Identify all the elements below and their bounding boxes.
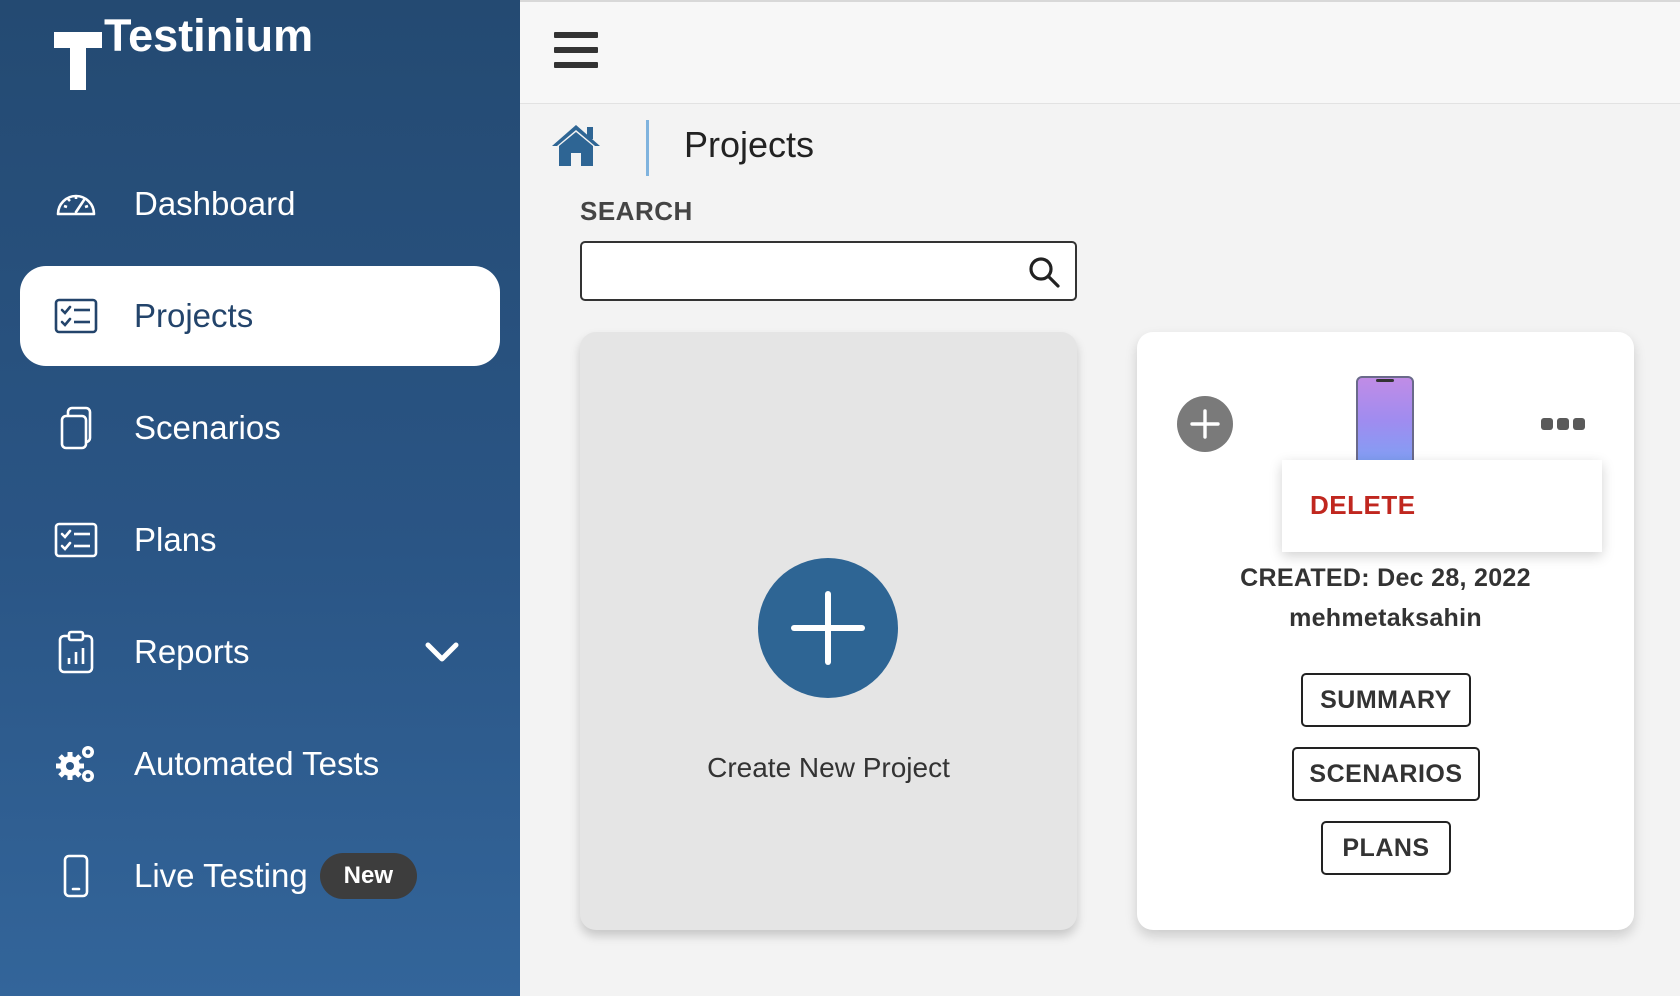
- mobile-phone-icon: [54, 854, 98, 898]
- plus-icon: [791, 591, 865, 665]
- sidebar-item-label: Scenarios: [134, 409, 281, 446]
- sidebar-item-label: Dashboard: [134, 185, 296, 222]
- sidebar-item-automated-tests[interactable]: Automated Tests: [20, 714, 500, 814]
- sidebar-item-plans[interactable]: Plans: [20, 490, 500, 590]
- testinium-logo: [54, 32, 102, 90]
- copy-icon: [54, 406, 98, 450]
- plus-icon: [1190, 409, 1220, 439]
- project-options-menu: DELETE: [1282, 460, 1602, 552]
- checklist-icon: [54, 518, 98, 562]
- summary-button[interactable]: SUMMARY: [1301, 673, 1471, 727]
- gears-icon: [54, 742, 98, 786]
- search-box: [580, 241, 1077, 301]
- mobile-device-image: [1356, 376, 1414, 466]
- sidebar: Testinium Dashboard Projects Scenarios P…: [0, 0, 520, 996]
- search-icon[interactable]: [1027, 255, 1061, 289]
- sidebar-item-projects[interactable]: Projects: [20, 266, 500, 366]
- gauge-icon: [54, 182, 98, 226]
- create-project-button[interactable]: [758, 558, 898, 698]
- plans-button[interactable]: PLANS: [1321, 821, 1451, 875]
- sidebar-item-dashboard[interactable]: Dashboard: [20, 154, 500, 254]
- page-title: Projects: [684, 124, 815, 165]
- created-date: CREATED: Dec 28, 2022: [1240, 564, 1531, 592]
- chevron-down-icon[interactable]: [422, 632, 462, 672]
- new-badge: New: [319, 853, 418, 899]
- breadcrumb-separator: [646, 120, 649, 176]
- checklist-icon: [54, 294, 98, 338]
- project-owner: mehmetaksahin: [1289, 604, 1482, 632]
- app-name: Testinium: [104, 10, 314, 61]
- sidebar-item-scenarios[interactable]: Scenarios: [20, 378, 500, 478]
- scenarios-button[interactable]: SCENARIOS: [1292, 747, 1480, 801]
- brand[interactable]: [52, 26, 104, 96]
- sidebar-item-label: Automated Tests: [134, 745, 380, 782]
- create-project-card[interactable]: Create New Project: [580, 332, 1077, 930]
- sidebar-item-label: Reports: [134, 633, 250, 670]
- search-label: SEARCH: [580, 196, 693, 226]
- hamburger-menu-icon[interactable]: [554, 30, 598, 70]
- project-card: CREATED: Dec 28, 2022 mehmetaksahin SUMM…: [1137, 332, 1634, 930]
- report-clipboard-icon: [54, 630, 98, 674]
- top-bar: [520, 0, 1680, 104]
- create-project-label: Create New Project: [707, 752, 950, 783]
- search-input[interactable]: [594, 243, 1014, 297]
- sidebar-item-label: Projects: [134, 297, 254, 334]
- sidebar-item-reports[interactable]: Reports: [20, 602, 500, 702]
- home-icon[interactable]: [550, 122, 602, 168]
- sidebar-item-label: Plans: [134, 521, 217, 558]
- more-options-icon[interactable]: [1541, 418, 1589, 434]
- delete-menu-item[interactable]: DELETE: [1310, 490, 1416, 521]
- sidebar-item-live-testing[interactable]: Live Testing New: [20, 826, 500, 926]
- sidebar-item-label: Live Testing: [134, 857, 308, 894]
- add-button[interactable]: [1177, 396, 1233, 452]
